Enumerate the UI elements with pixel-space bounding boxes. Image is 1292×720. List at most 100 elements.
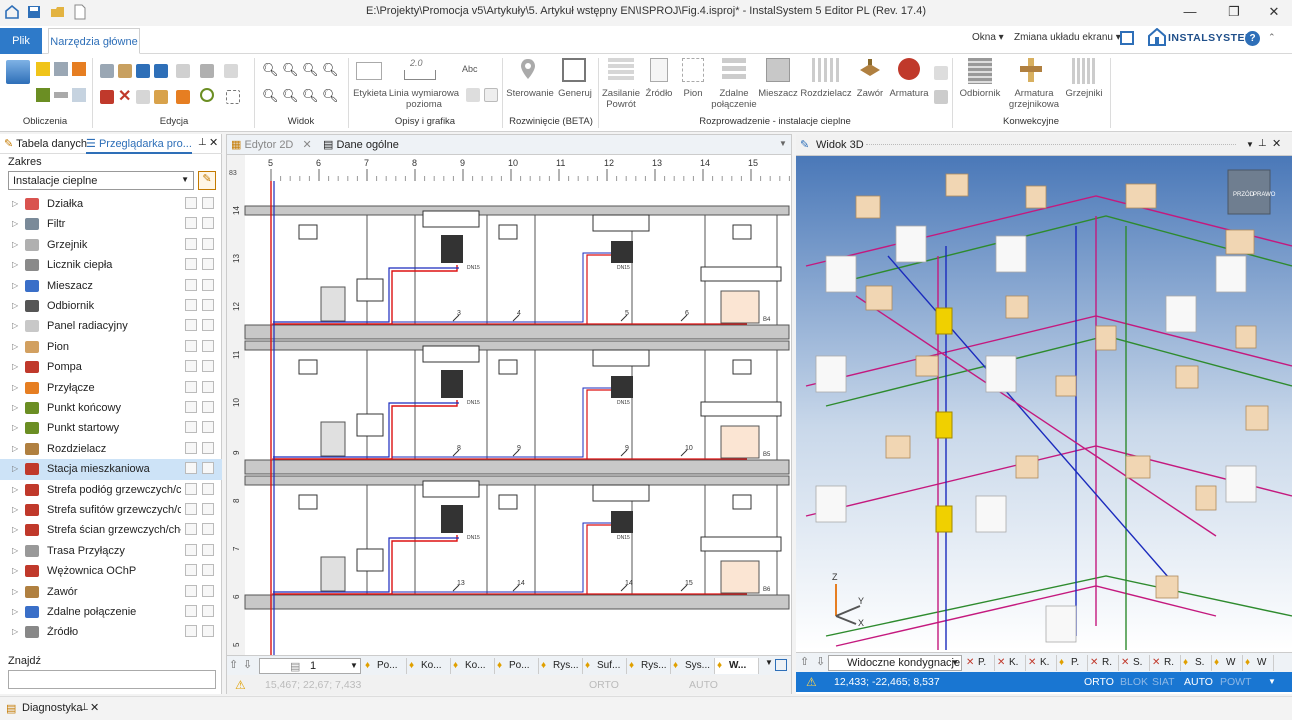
nav-down-icon[interactable]: ⇩ bbox=[243, 658, 252, 671]
expand-arrow-icon[interactable]: ▷ bbox=[12, 240, 18, 249]
calc-option1-icon[interactable] bbox=[36, 88, 50, 102]
select-all-icon[interactable] bbox=[202, 421, 214, 434]
tab-data-table[interactable]: ✎ Tabela danych bbox=[4, 134, 87, 154]
select-all-icon[interactable] bbox=[202, 543, 214, 556]
table-view-icon[interactable] bbox=[185, 217, 197, 230]
pin-icon[interactable]: ⊥ bbox=[198, 137, 207, 148]
zoom-extents-icon[interactable]: 🔍︎ bbox=[322, 62, 339, 78]
sheet-tab[interactable]: ♦ Po... bbox=[495, 658, 539, 674]
routing-extra-icon[interactable] bbox=[934, 66, 948, 80]
minimize-button[interactable]: — bbox=[1180, 4, 1200, 20]
tab-main-tools[interactable]: Narzędzia główne bbox=[48, 28, 140, 54]
radiators-button[interactable]: Grzejniki bbox=[1064, 88, 1104, 99]
table-view-icon[interactable] bbox=[185, 339, 197, 352]
expand-arrow-icon[interactable]: ▷ bbox=[12, 485, 18, 494]
editor-flag-orto[interactable]: ORTO bbox=[589, 675, 619, 695]
riser-button[interactable]: Pion bbox=[678, 88, 708, 99]
fittings-button[interactable]: Armatura bbox=[888, 88, 930, 99]
remote-connection-icon[interactable] bbox=[722, 58, 746, 82]
expand-arrow-icon[interactable]: ▷ bbox=[12, 301, 18, 310]
element-type-row[interactable]: ▷ Pion bbox=[0, 337, 222, 357]
table-view-icon[interactable] bbox=[185, 299, 197, 311]
select-all-icon[interactable] bbox=[202, 278, 214, 291]
radiator-fittings-button[interactable]: Armatura grzejnikowa bbox=[1004, 88, 1064, 110]
select-all-icon[interactable] bbox=[202, 584, 214, 597]
table-view-icon[interactable] bbox=[185, 503, 197, 515]
tab-list-chevron-icon[interactable]: ▼ bbox=[779, 139, 787, 148]
zoom-prev-icon[interactable]: 🔍︎ bbox=[282, 88, 299, 104]
tab-project-browser[interactable]: ☰ Przeglądarka pro... bbox=[86, 134, 192, 154]
element-type-row[interactable]: ▷ Przyłącze bbox=[0, 378, 222, 398]
view3d-tab[interactable]: ✕ R. bbox=[1150, 655, 1181, 671]
table-view-icon[interactable] bbox=[185, 360, 197, 373]
screen-layout-icon[interactable] bbox=[1120, 31, 1134, 45]
close-icon[interactable]: ✕ bbox=[1272, 137, 1281, 150]
element-type-row[interactable]: ▷ Zawór bbox=[0, 582, 222, 602]
help-icon[interactable]: ? bbox=[1245, 31, 1260, 46]
valve-icon[interactable] bbox=[858, 58, 882, 82]
fittings-icon[interactable] bbox=[898, 58, 920, 80]
select-all-icon[interactable] bbox=[202, 482, 214, 495]
remote-connection-button[interactable]: Zdalne połączenie bbox=[710, 88, 758, 110]
element-type-row[interactable]: ▷ Mieszacz bbox=[0, 276, 222, 296]
view3d-tab[interactable]: ✕ K. bbox=[995, 655, 1026, 671]
element-type-row[interactable]: ▷ Odbiornik bbox=[0, 296, 222, 316]
select-all-icon[interactable] bbox=[202, 401, 214, 413]
element-type-row[interactable]: ▷ Stacja mieszkaniowa bbox=[0, 459, 222, 480]
sheet-tab[interactable]: ♦ Rys... bbox=[627, 658, 671, 674]
storeys-select[interactable]: Widoczne kondygnacje ▼ bbox=[828, 655, 962, 671]
table-view-icon[interactable] bbox=[185, 319, 197, 332]
view3d-tab[interactable]: ♦ P. bbox=[1057, 655, 1088, 671]
element-type-row[interactable]: ▷ Strefa podłóg grzewczych/chł bbox=[0, 480, 222, 500]
nav-up-icon[interactable]: ⇧ bbox=[229, 658, 238, 671]
view3d-tab[interactable]: ♦ W bbox=[1212, 655, 1243, 671]
zoom-in-icon[interactable]: 🔍︎ bbox=[262, 62, 279, 78]
label-button[interactable]: Etykieta bbox=[350, 88, 390, 99]
table-view-icon[interactable] bbox=[185, 197, 197, 209]
select-all-icon[interactable] bbox=[202, 523, 214, 536]
paste-icon[interactable] bbox=[118, 64, 132, 78]
view3d-tab[interactable]: ✕ K. bbox=[1026, 655, 1057, 671]
expand-arrow-icon[interactable]: ▷ bbox=[12, 321, 18, 330]
view3d-flag-blok[interactable]: BLOK bbox=[1120, 672, 1148, 692]
table-view-icon[interactable] bbox=[185, 421, 197, 434]
calc-report-icon[interactable] bbox=[72, 62, 86, 76]
text-abc-icon[interactable]: Abc bbox=[462, 64, 478, 74]
sheet-tab[interactable]: ♦ Sys... bbox=[671, 658, 715, 674]
tab-file[interactable]: Plik bbox=[0, 28, 42, 54]
expand-arrow-icon[interactable]: ▷ bbox=[12, 587, 18, 596]
expand-arrow-icon[interactable]: ▷ bbox=[12, 383, 18, 392]
table-view-icon[interactable] bbox=[185, 441, 197, 454]
close-button[interactable]: ✕ bbox=[1264, 4, 1284, 20]
copy-icon[interactable] bbox=[100, 64, 114, 78]
distributor-icon[interactable] bbox=[812, 58, 840, 82]
radiator-fittings-icon[interactable] bbox=[1018, 56, 1044, 84]
routing-extra2-icon[interactable] bbox=[934, 90, 948, 104]
expand-arrow-icon[interactable]: ▷ bbox=[12, 260, 18, 269]
select-all-icon[interactable] bbox=[202, 441, 214, 454]
label-icon[interactable] bbox=[356, 62, 382, 80]
generate-icon[interactable] bbox=[562, 58, 586, 82]
view3d-tab[interactable]: ✕ P. bbox=[964, 655, 995, 671]
select-all-icon[interactable] bbox=[202, 625, 214, 638]
view3d-tab[interactable]: ♦ W bbox=[1243, 655, 1274, 671]
windows-menu[interactable]: Okna ▾ bbox=[972, 32, 1004, 43]
view3d-flag-powt[interactable]: POWT bbox=[1220, 672, 1252, 692]
receiver-button[interactable]: Odbiornik bbox=[956, 88, 1004, 99]
tab-editor-2d[interactable]: ▦ Edytor 2D ✕ bbox=[231, 138, 312, 151]
warning-icon[interactable]: ⚠ bbox=[806, 672, 817, 692]
view3d-tab[interactable]: ♦ S. bbox=[1181, 655, 1212, 671]
redo-icon[interactable] bbox=[154, 64, 168, 78]
zoom-select-icon[interactable]: 🔍︎ bbox=[322, 88, 339, 104]
cut-icon[interactable] bbox=[100, 90, 114, 104]
table-view-icon[interactable] bbox=[185, 543, 197, 556]
select-all-icon[interactable] bbox=[202, 380, 214, 393]
calculate-icon[interactable] bbox=[6, 60, 30, 84]
select-circle-icon[interactable] bbox=[200, 88, 214, 102]
select-all-icon[interactable] bbox=[202, 503, 214, 515]
close-icon[interactable]: ✕ bbox=[90, 701, 99, 714]
expand-arrow-icon[interactable]: ▷ bbox=[12, 546, 18, 555]
zoom-out-icon[interactable]: 🔍︎ bbox=[282, 62, 299, 78]
graphic-icon[interactable] bbox=[466, 88, 480, 102]
calc-check-icon[interactable] bbox=[36, 62, 50, 76]
